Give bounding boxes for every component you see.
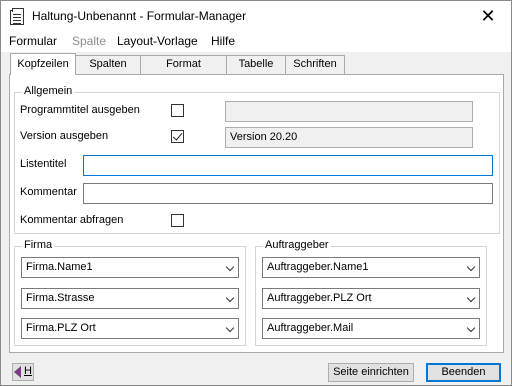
auftraggeber-field-3-dropdown[interactable]: Auftraggeber.Mail (262, 318, 480, 339)
app-clipboard-icon (10, 8, 24, 25)
firma-group-title: Firma (22, 239, 55, 251)
version-checkbox[interactable] (171, 130, 184, 143)
help-button[interactable]: H (12, 363, 34, 381)
programmtitel-field[interactable] (225, 101, 473, 122)
dropdown-value: Firma.Name1 (26, 261, 93, 273)
tab-format[interactable]: Format (140, 55, 227, 74)
chevron-down-icon (466, 293, 476, 303)
allgemein-group-title: Allgemein (22, 85, 75, 97)
listentitel-label: Listentitel (20, 158, 67, 170)
chevron-down-icon (225, 323, 235, 333)
kopfzeilen-tab-page: Allgemein Programmtitel ausgeben Version… (9, 74, 504, 353)
auftraggeber-field-1-dropdown[interactable]: Auftraggeber.Name1 (262, 257, 480, 278)
seite-einrichten-button[interactable]: Seite einrichten (328, 363, 414, 382)
dropdown-value: Auftraggeber.Mail (267, 322, 354, 334)
tab-tabelle[interactable]: Tabelle (226, 55, 286, 74)
dropdown-value: Firma.PLZ Ort (26, 322, 96, 334)
close-button[interactable]: ✕ (465, 1, 511, 32)
dialog-client-area: Kopfzeilen Spalten Format Tabelle Schrif… (1, 52, 511, 385)
allgemein-group: Allgemein Programmtitel ausgeben Version… (14, 85, 500, 234)
chevron-down-icon (466, 323, 476, 333)
firma-field-3-dropdown[interactable]: Firma.PLZ Ort (21, 318, 239, 339)
window-title: Haltung-Unbenannt - Formular-Manager (32, 9, 247, 23)
kommentar-input[interactable] (83, 183, 493, 204)
kommentar-label: Kommentar (20, 186, 77, 198)
menu-layout-vorlage[interactable]: Layout-Vorlage (117, 34, 198, 48)
help-book-icon (14, 366, 22, 378)
tab-spalten[interactable]: Spalten (75, 55, 141, 74)
tab-schriften[interactable]: Schriften (285, 55, 345, 74)
firma-field-1-dropdown[interactable]: Firma.Name1 (21, 257, 239, 278)
help-button-label: H (24, 365, 32, 377)
chevron-down-icon (225, 262, 235, 272)
tab-kopfzeilen[interactable]: Kopfzeilen (10, 53, 76, 75)
version-label: Version ausgeben (20, 130, 109, 142)
menu-hilfe[interactable]: Hilfe (211, 34, 235, 48)
dropdown-value: Firma.Strasse (26, 292, 95, 304)
programmtitel-label: Programmtitel ausgeben (20, 104, 140, 116)
firma-field-2-dropdown[interactable]: Firma.Strasse (21, 288, 239, 309)
menu-spalte[interactable]: Spalte (72, 34, 106, 48)
kommentar-abfragen-label: Kommentar abfragen (20, 214, 124, 226)
menu-bar: Formular Spalte Layout-Vorlage Hilfe (1, 32, 511, 52)
dropdown-value: Auftraggeber.Name1 (267, 261, 369, 273)
close-icon: ✕ (480, 5, 496, 27)
auftraggeber-field-2-dropdown[interactable]: Auftraggeber.PLZ Ort (262, 288, 480, 309)
auftraggeber-group: Auftraggeber Auftraggeber.Name1 Auftragg… (255, 239, 487, 346)
chevron-down-icon (225, 293, 235, 303)
dropdown-value: Auftraggeber.PLZ Ort (267, 292, 372, 304)
menu-formular[interactable]: Formular (9, 34, 57, 48)
programmtitel-checkbox[interactable] (171, 104, 184, 117)
checkmark-icon (172, 130, 183, 141)
beenden-button[interactable]: Beenden (426, 363, 501, 382)
formular-manager-window: Haltung-Unbenannt - Formular-Manager ✕ F… (0, 0, 512, 386)
listentitel-input[interactable] (83, 155, 493, 176)
version-field[interactable]: Version 20.20 (225, 127, 473, 148)
auftraggeber-group-title: Auftraggeber (263, 239, 331, 251)
kommentar-abfragen-checkbox[interactable] (171, 214, 184, 227)
title-bar: Haltung-Unbenannt - Formular-Manager ✕ (1, 1, 511, 32)
firma-group: Firma Firma.Name1 Firma.Strasse Firma.PL… (14, 239, 246, 346)
chevron-down-icon (466, 262, 476, 272)
